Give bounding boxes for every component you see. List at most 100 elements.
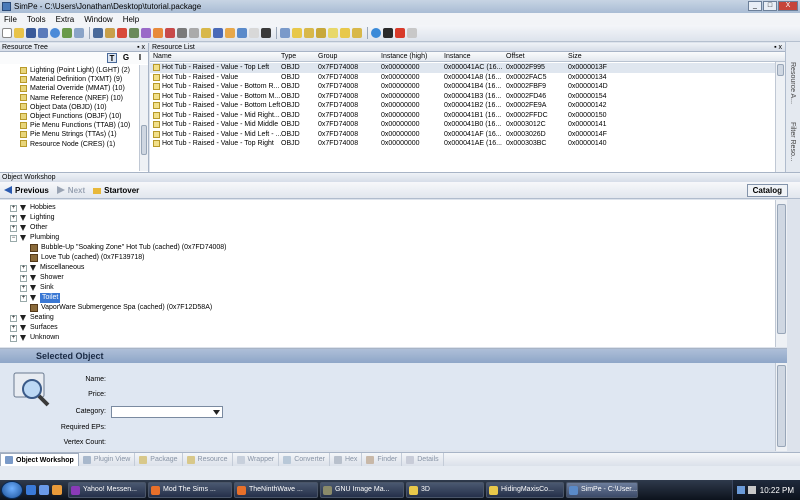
catalog-tree-item[interactable]: Bubble-Up "Soaking Zone" Hot Tub (cached… [30, 243, 227, 253]
start-button[interactable] [1, 481, 23, 499]
eraser-icon[interactable] [407, 28, 417, 38]
tree-item[interactable]: Object Functions (OBJF) (10) [20, 112, 138, 121]
tree-item[interactable]: Lighting (Point Light) (LGHT) (2) [20, 66, 138, 75]
tree-item[interactable]: Name Reference (NREF) (10) [20, 94, 138, 103]
firefox-icon[interactable] [52, 485, 62, 495]
tab-object-workshop[interactable]: Object Workshop [0, 453, 79, 466]
catalog-tree-item[interactable]: + Other [10, 223, 48, 233]
tab-package[interactable]: Package [135, 453, 183, 466]
folder-open-icon[interactable] [292, 28, 302, 38]
expand-toggle-icon[interactable]: + [20, 284, 27, 292]
refresh-icon[interactable] [371, 28, 381, 38]
startover-button[interactable]: Startover [93, 186, 139, 195]
menu-help[interactable]: Help [123, 15, 139, 24]
resource-row[interactable]: Hot Tub - Raised - Value - Top Right OBJD… [150, 139, 775, 149]
resource-row[interactable]: Hot Tub - Raised - Value - Mid Right... O… [150, 111, 775, 121]
expand-toggle-icon[interactable]: + [20, 264, 27, 272]
list-scrollbar[interactable] [775, 62, 785, 172]
export-icon[interactable] [237, 28, 247, 38]
col-offset[interactable]: Offset [506, 52, 525, 62]
globe-icon[interactable] [50, 28, 60, 38]
side-tab-resource-actions[interactable]: Resource A... [789, 62, 796, 104]
delete-icon[interactable] [117, 28, 127, 38]
save-as-icon[interactable] [38, 28, 48, 38]
tree-item[interactable]: Material Definition (TXMT) (9) [20, 75, 138, 84]
menu-window[interactable]: Window [84, 15, 112, 24]
cursor-icon[interactable] [261, 28, 271, 38]
close-button[interactable]: X [778, 1, 798, 11]
resource-row[interactable]: Hot Tub - Raised - Value - Top Left OBJD 0… [150, 63, 775, 73]
catalog-tree-item[interactable]: + Sink [20, 283, 54, 293]
catalog-tree-item[interactable]: + Seating [10, 313, 54, 323]
volume-icon[interactable] [747, 486, 756, 494]
tree-item[interactable]: Pie Menu Strings (TTAs) (1) [20, 130, 138, 139]
task-mod-the-sims[interactable]: Mod The Sims ... [148, 482, 232, 498]
tool-icon[interactable] [74, 28, 84, 38]
expand-toggle-icon[interactable]: + [20, 294, 27, 302]
expand-toggle-icon[interactable]: + [10, 214, 17, 222]
expand-toggle-icon[interactable]: + [10, 224, 17, 232]
show-desktop-icon[interactable] [26, 485, 36, 495]
tab-finder[interactable]: Finder [362, 453, 403, 466]
resource-row[interactable]: Hot Tub - Raised - Value - Mid Left - ..… [150, 130, 775, 140]
new-icon[interactable] [2, 28, 12, 38]
tab-resource[interactable]: Resource [183, 453, 233, 466]
page-icon[interactable] [249, 28, 259, 38]
resource-row[interactable]: Hot Tub - Raised - Value - Bottom M... OB… [150, 92, 775, 102]
menu-extra[interactable]: Extra [56, 15, 75, 24]
view-icon[interactable] [280, 28, 290, 38]
catalog-scroll-thumb[interactable] [777, 204, 786, 334]
side-tab-filter-resources[interactable]: Filter Reso... [789, 122, 796, 162]
task-3d[interactable]: 3D [406, 482, 484, 498]
tree-item[interactable]: Material Override (MMAT) (10) [20, 84, 138, 93]
clock[interactable]: 10:22 PM [760, 486, 794, 495]
plugin-icon[interactable] [62, 28, 72, 38]
category-select[interactable] [111, 406, 223, 418]
tree-mode-g[interactable]: G [121, 53, 131, 63]
catalog-tree-item[interactable]: Love Tub (cached) (0x7F139718) [30, 253, 145, 263]
folder-3-icon[interactable] [316, 28, 326, 38]
open-icon[interactable] [14, 28, 24, 38]
import-icon[interactable] [93, 28, 103, 38]
catalog-tree-item[interactable]: + Hobbies [10, 203, 56, 213]
envelope-icon[interactable] [340, 28, 350, 38]
cut-icon[interactable] [189, 28, 199, 38]
expand-toggle-icon[interactable]: + [10, 314, 17, 322]
paste-icon[interactable] [213, 28, 223, 38]
hash-icon[interactable] [141, 28, 151, 38]
catalog-tree-item[interactable]: + Toilet [20, 293, 61, 303]
resource-row[interactable]: Hot Tub - Raised - Value - Mid Middle OBJ… [150, 120, 775, 130]
expand-toggle-icon[interactable]: − [10, 234, 17, 242]
hat-icon[interactable] [383, 28, 393, 38]
panel-pin-close[interactable]: ▪ x [774, 43, 782, 52]
catalog-tree-item[interactable]: + Shower [20, 273, 64, 283]
resource-row[interactable]: Hot Tub - Raised - Value OBJD 0x7FD74008 0x… [150, 73, 775, 83]
folder-4-icon[interactable] [328, 28, 338, 38]
expand-toggle-icon[interactable]: + [10, 334, 17, 342]
col-type[interactable]: Type [281, 52, 296, 62]
tab-details[interactable]: Details [402, 453, 444, 466]
wand-icon[interactable] [177, 28, 187, 38]
selected-scroll-thumb[interactable] [777, 365, 786, 447]
task-gimp[interactable]: GNU Image Ma... [320, 482, 404, 498]
task-simpe[interactable]: SimPe - C:\User... [566, 482, 638, 498]
menu-tools[interactable]: Tools [27, 15, 46, 24]
tab-plugin-view[interactable]: Plugin View [79, 453, 136, 466]
folder-icon[interactable] [105, 28, 115, 38]
copy-icon[interactable] [201, 28, 211, 38]
pin-icon[interactable] [165, 28, 175, 38]
maximize-button[interactable]: □ [763, 1, 777, 11]
tree-item[interactable]: Object Data (OBJD) (10) [20, 103, 138, 112]
tree-item[interactable]: Pie Menu Functions (TTAB) (10) [20, 121, 138, 130]
switch-windows-icon[interactable] [39, 485, 49, 495]
save-icon[interactable] [26, 28, 36, 38]
list-scroll-thumb[interactable] [777, 64, 784, 76]
task-hiding-maxis[interactable]: HidingMaxisCo... [486, 482, 564, 498]
col-instance-high[interactable]: Instance (high) [381, 52, 427, 62]
tree-icon[interactable] [129, 28, 139, 38]
catalog-scrollbar[interactable] [775, 200, 787, 347]
expand-toggle-icon[interactable]: + [10, 324, 17, 332]
minimize-button[interactable]: _ [748, 1, 762, 11]
expand-toggle-icon[interactable]: + [20, 274, 27, 282]
task-yahoo-messenger[interactable]: Yahoo! Messen... [68, 482, 146, 498]
